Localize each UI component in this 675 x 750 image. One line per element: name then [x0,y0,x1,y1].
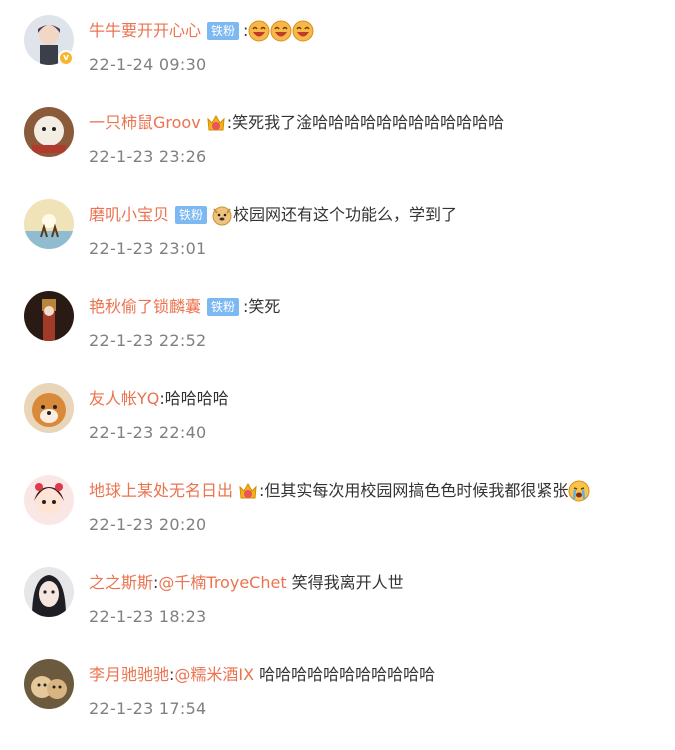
comment-item: 艳秋偷了锁麟囊 铁粉 : 笑死 22-1-23 22:52 [0,290,675,382]
fan-badge: 铁粉 [175,206,208,224]
verified-badge-icon: v [58,50,74,66]
crown-emoji-icon [205,112,227,134]
avatar[interactable] [24,475,74,525]
mention-link[interactable]: @千楠TroyeChet [158,571,286,595]
timestamp: 22-1-23 17:54 [89,699,207,718]
timestamp: 22-1-23 23:01 [89,239,207,258]
username-link[interactable]: 之之斯斯 [89,571,153,595]
avatar[interactable] [24,107,74,157]
comment-text: 哈哈哈哈哈哈哈哈哈哈哈 [254,665,436,684]
username-link[interactable]: 艳秋偷了锁麟囊 [89,295,201,319]
comment-text: 但其实每次用校园网搞色色时候我都很紧张 [264,481,569,500]
comment-item: 李月驰驰驰 : @糯米酒IX 哈哈哈哈哈哈哈哈哈哈哈 22-1-23 17:54 [0,658,675,750]
doge-emoji-icon [211,204,233,226]
username-link[interactable]: 李月驰驰驰 [89,663,169,687]
username-link[interactable]: 一只柿鼠Groov [89,111,201,135]
mention-link[interactable]: @糯米酒IX [174,663,254,687]
avatar[interactable] [24,199,74,249]
fan-badge: 铁粉 [207,298,240,316]
timestamp: 22-1-23 22:40 [89,423,207,442]
fan-badge: 铁粉 [207,22,240,40]
comment-item: 之之斯斯 : @千楠TroyeChet 笑得我离开人世 22-1-23 18:2… [0,566,675,658]
username-link[interactable]: 友人帐YQ [89,387,159,411]
comment-text: 笑死 [248,297,281,316]
comment-item: 友人帐YQ : 哈哈哈哈 22-1-23 22:40 [0,382,675,474]
avatar[interactable] [24,567,74,617]
timestamp: 22-1-23 18:23 [89,607,207,626]
comment-text: 哈哈哈哈 [164,389,229,408]
comment-item: 一只柿鼠Groov : 笑死我了淦哈哈哈哈哈哈哈哈哈哈哈哈 22-1-23 23… [0,106,675,198]
comment-item: 地球上某处无名日出 : 但其实每次用校园网搞色色时候我都很紧张 22-1-23 … [0,474,675,566]
username-link[interactable]: 磨叽小宝贝 [89,203,169,227]
comment-text: 校园网还有这个功能么，学到了 [233,205,458,224]
crown-emoji-icon [237,480,259,502]
timestamp: 22-1-23 22:52 [89,331,207,350]
comment-item: 磨叽小宝贝 铁粉 校园网还有这个功能么，学到了 22-1-23 23:01 [0,198,675,290]
username-link[interactable]: 牛牛要开开心心 [89,19,201,43]
laugh-emoji-icon [292,20,314,42]
username-link[interactable]: 地球上某处无名日出 [89,479,233,503]
timestamp: 22-1-23 23:26 [89,147,207,166]
avatar[interactable] [24,659,74,709]
avatar[interactable] [24,383,74,433]
avatar[interactable] [24,291,74,341]
timestamp: 22-1-23 20:20 [89,515,207,534]
timestamp: 22-1-24 09:30 [89,55,207,74]
comment-item: v 牛牛要开开心心 铁粉 : 22-1-24 09:30 [0,14,675,106]
comment-text: 笑死我了淦哈哈哈哈哈哈哈哈哈哈哈哈 [232,113,505,132]
comment-text: 笑得我离开人世 [286,573,404,592]
crying-emoji-icon [568,480,590,502]
laugh-emoji-icon [248,20,270,42]
laugh-emoji-icon [270,20,292,42]
